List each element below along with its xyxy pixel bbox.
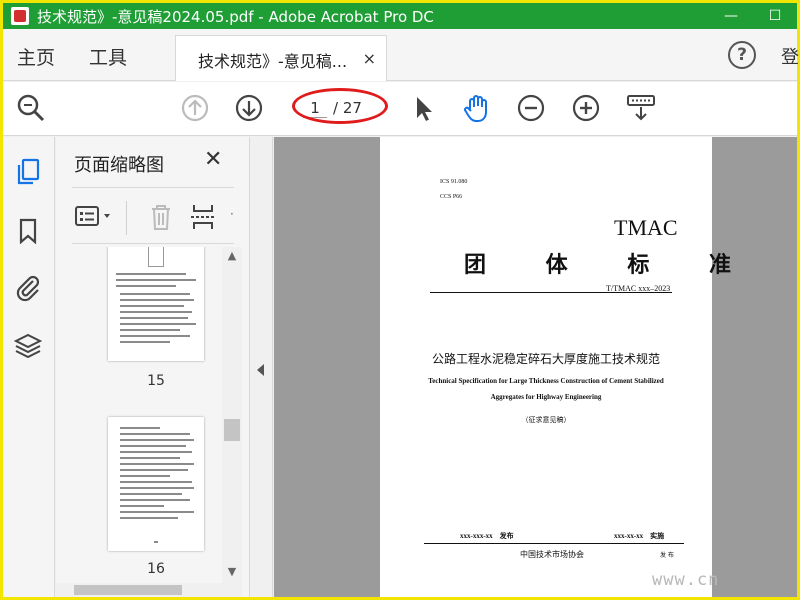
thumbnail-list: 15 16: [76, 247, 236, 585]
issue-label: 发 布: [660, 552, 674, 559]
tab-tools[interactable]: 工具: [89, 43, 127, 70]
english-title-line-1: Technical Specification for Large Thickn…: [428, 377, 664, 385]
close-panel-icon[interactable]: ✕: [204, 147, 222, 172]
title-bar: 技术规范》-意见稿2024.05.pdf - Adobe Acrobat Pro…: [3, 3, 797, 29]
divider: [424, 543, 684, 544]
tab-row: 主页 工具 技术规范》-意见稿... × ? 登: [3, 29, 799, 81]
zoom-in-icon[interactable]: [570, 92, 602, 124]
scroll-down-icon[interactable]: ▼: [222, 563, 242, 581]
thumbnails-panel: 页面缩略图 ✕ · 15 16 ▲ ▼: [56, 137, 250, 597]
tab-home[interactable]: 主页: [17, 43, 55, 70]
bookmark-icon[interactable]: [13, 216, 43, 246]
standard-type: 团 体 标 准: [464, 253, 757, 278]
watermark-text: www.cn: [652, 570, 720, 590]
tool-separator: [126, 201, 127, 235]
sign-in-button[interactable]: 登: [781, 43, 799, 69]
attachment-icon[interactable]: [13, 272, 43, 302]
draft-label: （征求意见稿）: [521, 416, 571, 424]
thumbnail-vertical-scrollbar[interactable]: ▲ ▼: [222, 247, 242, 583]
divider: [72, 187, 234, 188]
scrollbar-thumb[interactable]: [74, 585, 182, 595]
toolbar: 1 / 27: [3, 82, 797, 136]
options-menu-icon[interactable]: [74, 203, 114, 231]
scroll-up-icon[interactable]: ▲: [222, 247, 242, 265]
pdf-page: ICS 91.080 CCS P66 TMAC 团 体 标 准 T/TMAC x…: [380, 137, 731, 597]
keyboard-tools-icon[interactable]: [625, 92, 657, 124]
window-title: 技术规范》-意见稿2024.05.pdf - Adobe Acrobat Pro…: [37, 7, 434, 26]
thumbnail-page-number: 16: [147, 561, 165, 577]
divider: [72, 243, 234, 244]
minimize-button[interactable]: —: [709, 3, 753, 29]
red-annotation-ellipse: [292, 88, 388, 124]
english-title-line-2: Aggregates for Highway Engineering: [490, 393, 602, 401]
zoom-out-icon[interactable]: [515, 92, 547, 124]
select-pointer-icon[interactable]: [407, 92, 439, 124]
panel-collapse-strip[interactable]: [251, 137, 273, 597]
search-icon[interactable]: [15, 92, 47, 124]
thumbnail-page-16[interactable]: [108, 417, 204, 551]
chinese-title: 公路工程水泥稳定碎石大厚度施工技术规范: [431, 352, 660, 366]
thumbnail-horizontal-scrollbar[interactable]: [56, 583, 242, 597]
layers-icon[interactable]: [13, 331, 43, 361]
thumbnail-page-15[interactable]: [108, 247, 204, 361]
document-tab[interactable]: 技术规范》-意见稿... ×: [175, 35, 387, 81]
help-icon[interactable]: ?: [728, 41, 756, 69]
previous-page-icon[interactable]: [179, 92, 211, 124]
panel-tools: ·: [72, 195, 236, 241]
acrobat-app-icon: [11, 7, 29, 25]
ics-code: ICS 91.080: [440, 179, 468, 185]
organization-mark: TMAC: [614, 215, 678, 240]
hand-tool-icon[interactable]: [461, 92, 493, 124]
thumbnail-page-number: 15: [147, 373, 165, 389]
publish-date: xxx-xxx-xx 发布: [460, 532, 514, 540]
close-tab-icon[interactable]: ×: [363, 49, 376, 68]
next-page-icon[interactable]: [233, 92, 265, 124]
issuer-name: 中国技术市场协会: [520, 550, 584, 559]
delete-page-icon[interactable]: [146, 201, 176, 233]
page-thumbnails-icon[interactable]: [13, 157, 43, 187]
scrollbar-thumb[interactable]: [224, 419, 240, 441]
maximize-button[interactable]: ☐: [753, 3, 797, 29]
implement-date: xxx-xx-xx 实施: [614, 532, 665, 540]
more-tools-icon[interactable]: ·: [230, 207, 234, 221]
collapse-arrow-icon[interactable]: [257, 364, 264, 376]
document-view[interactable]: ICS 91.080 CCS P66 TMAC 团 体 标 准 T/TMAC x…: [274, 137, 797, 597]
divider: [430, 292, 672, 293]
ccs-code: CCS P66: [440, 194, 463, 200]
left-navigation-bar: [3, 137, 55, 597]
extract-page-icon[interactable]: [188, 201, 218, 233]
panel-title: 页面缩略图: [74, 155, 164, 176]
document-tab-label: 技术规范》-意见稿...: [198, 52, 348, 71]
